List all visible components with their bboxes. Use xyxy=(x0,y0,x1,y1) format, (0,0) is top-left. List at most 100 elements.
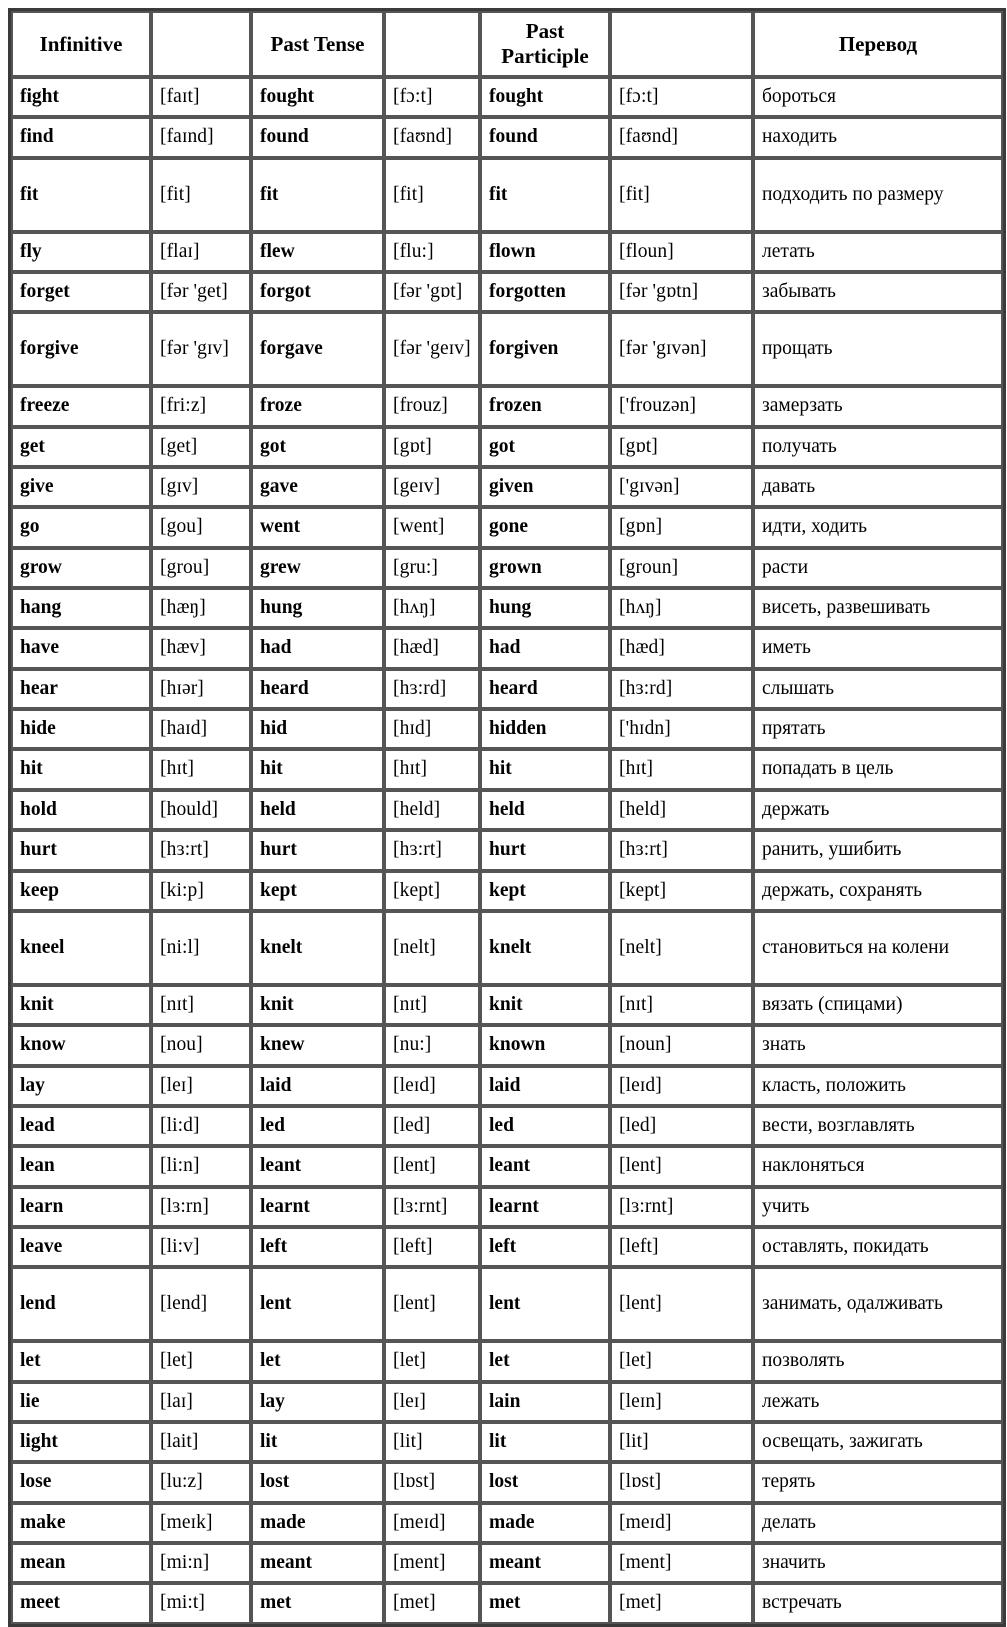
cell-translation: держать xyxy=(753,789,1003,831)
column-header-past-participle: Past Participle xyxy=(480,11,610,77)
cell-infinitive: go xyxy=(11,507,151,548)
cell-past-participle-transcription: [hæd] xyxy=(610,628,753,669)
past-participle-line-1: Past xyxy=(525,19,565,44)
cell-translation: идти, ходить xyxy=(753,507,1003,548)
table-row: forgive [fər 'gɪv] forgave [fər 'geɪv] forgi… xyxy=(11,312,1003,387)
cell-past-participle-transcription: [lent] xyxy=(610,1267,753,1342)
table-row: give [gɪv] gave [geɪv] given ['gɪvən] давать xyxy=(11,467,1003,508)
table-row: have [hæv] had [hæd] had [hæd] иметь xyxy=(11,628,1003,669)
table-row: lie [laɪ] lay [leɪ] lain [leɪn] лежать xyxy=(11,1381,1003,1422)
cell-past-tense: hid xyxy=(251,709,384,750)
cell-past-tense-transcription: [faʊnd] xyxy=(384,117,480,158)
cell-infinitive-transcription: [get] xyxy=(151,426,251,468)
cell-infinitive-transcription: [faɪnd] xyxy=(151,117,251,158)
table-row: hold [hould] held [held] held [held] держать xyxy=(11,789,1003,831)
cell-past-participle-transcription: [nelt] xyxy=(610,910,753,985)
cell-infinitive: kneel xyxy=(11,910,151,985)
cell-past-participle: left xyxy=(480,1226,610,1268)
cell-past-participle: forgotten xyxy=(480,272,610,313)
cell-infinitive: lead xyxy=(11,1105,151,1147)
cell-past-tense-transcription: [hæd] xyxy=(384,628,480,669)
cell-translation: забывать xyxy=(753,272,1003,313)
cell-past-participle: leant xyxy=(480,1146,610,1187)
table-row: hear [hɪər] heard [hɜ:rd] heard [hɜ:rd] слышат… xyxy=(11,668,1003,710)
cell-translation: держать, сохранять xyxy=(753,870,1003,911)
cell-translation: расти xyxy=(753,547,1003,589)
cell-past-tense: knelt xyxy=(251,910,384,985)
cell-infinitive-transcription: [hæŋ] xyxy=(151,588,251,629)
cell-past-participle: let xyxy=(480,1341,610,1382)
table-row: know [nou] knew [nu:] known [noun] знать xyxy=(11,1025,1003,1066)
cell-past-participle-transcription: ['gɪvən] xyxy=(610,467,753,508)
cell-past-tense: hurt xyxy=(251,830,384,871)
cell-past-participle-transcription: [lit] xyxy=(610,1421,753,1463)
cell-infinitive: know xyxy=(11,1025,151,1066)
table-row: light [lait] lit [lit] lit [lit] освещать, заж… xyxy=(11,1421,1003,1463)
cell-infinitive-transcription: [flaɪ] xyxy=(151,231,251,273)
cell-infinitive: have xyxy=(11,628,151,669)
cell-infinitive-transcription: [grou] xyxy=(151,547,251,589)
cell-past-tense: laid xyxy=(251,1065,384,1106)
cell-past-tense-transcription: [hʌŋ] xyxy=(384,588,480,629)
table-row: mean [mi:n] meant [ment] meant [ment] значить xyxy=(11,1542,1003,1584)
cell-past-tense: kept xyxy=(251,870,384,911)
cell-past-participle-transcription: ['hɪdn] xyxy=(610,709,753,750)
cell-translation: получать xyxy=(753,426,1003,468)
cell-infinitive-transcription: [fri:z] xyxy=(151,386,251,427)
cell-past-tense-transcription: [fɔ:t] xyxy=(384,77,480,118)
cell-past-participle: grown xyxy=(480,547,610,589)
cell-past-tense-transcription: [went] xyxy=(384,507,480,548)
cell-past-participle-transcription: [groun] xyxy=(610,547,753,589)
cell-past-tense-transcription: [kept] xyxy=(384,870,480,911)
cell-translation: становиться на колени xyxy=(753,910,1003,985)
cell-past-tense-transcription: [left] xyxy=(384,1226,480,1268)
cell-past-tense-transcription: [frouz] xyxy=(384,386,480,427)
cell-past-participle-transcription: [lent] xyxy=(610,1146,753,1187)
cell-infinitive-transcription: [let] xyxy=(151,1341,251,1382)
cell-infinitive: forget xyxy=(11,272,151,313)
cell-infinitive-transcription: [laɪ] xyxy=(151,1381,251,1422)
cell-past-participle-transcription: [hɪt] xyxy=(610,749,753,790)
table-row: lean [li:n] leant [lent] leant [lent] наклонят… xyxy=(11,1146,1003,1187)
cell-past-participle: frozen xyxy=(480,386,610,427)
table-row: freeze [fri:z] froze [frouz] frozen ['frouzən… xyxy=(11,386,1003,427)
cell-past-tense: led xyxy=(251,1105,384,1147)
cell-past-tense: heard xyxy=(251,668,384,710)
cell-past-tense-transcription: [nu:] xyxy=(384,1025,480,1066)
cell-past-tense-transcription: [leɪd] xyxy=(384,1065,480,1106)
cell-past-participle-transcription: ['frouzən] xyxy=(610,386,753,427)
cell-past-tense-transcription: [met] xyxy=(384,1583,480,1624)
cell-infinitive: keep xyxy=(11,870,151,911)
column-header-infinitive: Infinitive xyxy=(11,11,151,77)
cell-past-tense-transcription: [hɜ:rd] xyxy=(384,668,480,710)
cell-infinitive: meet xyxy=(11,1583,151,1624)
cell-translation: ранить, ушибить xyxy=(753,830,1003,871)
table-row: forget [fər 'get] forgot [fər 'gɒt] forgotte… xyxy=(11,272,1003,313)
table-row: make [meɪk] made [meɪd] made [meɪd] делать xyxy=(11,1502,1003,1543)
cell-infinitive: fight xyxy=(11,77,151,118)
cell-infinitive: lean xyxy=(11,1146,151,1187)
cell-infinitive-transcription: [hɜ:rt] xyxy=(151,830,251,871)
cell-infinitive: grow xyxy=(11,547,151,589)
cell-translation: попадать в цель xyxy=(753,749,1003,790)
cell-translation: класть, положить xyxy=(753,1065,1003,1106)
cell-translation: учить xyxy=(753,1186,1003,1227)
cell-infinitive: lend xyxy=(11,1267,151,1342)
cell-past-participle-transcription: [floun] xyxy=(610,231,753,273)
cell-infinitive: make xyxy=(11,1502,151,1543)
cell-past-participle: lain xyxy=(480,1381,610,1422)
table-row: let [let] let [let] let [let] позволять xyxy=(11,1341,1003,1382)
table-row: lose [lu:z] lost [lɒst] lost [lɒst] терять xyxy=(11,1462,1003,1503)
cell-infinitive-transcription: [lɜ:rn] xyxy=(151,1186,251,1227)
cell-infinitive-transcription: [mi:t] xyxy=(151,1583,251,1624)
irregular-verbs-page: Infinitive Past Tense Past Participle Пер… xyxy=(0,0,1007,1627)
table-row: find [faɪnd] found [faʊnd] found [faʊnd] наход… xyxy=(11,117,1003,158)
cell-past-tense: grew xyxy=(251,547,384,589)
cell-past-tense: met xyxy=(251,1583,384,1624)
cell-past-tense-transcription: [lent] xyxy=(384,1146,480,1187)
cell-infinitive: mean xyxy=(11,1542,151,1584)
cell-past-tense: leant xyxy=(251,1146,384,1187)
cell-infinitive-transcription: [mi:n] xyxy=(151,1542,251,1584)
cell-past-participle: hurt xyxy=(480,830,610,871)
cell-past-tense: lent xyxy=(251,1267,384,1342)
